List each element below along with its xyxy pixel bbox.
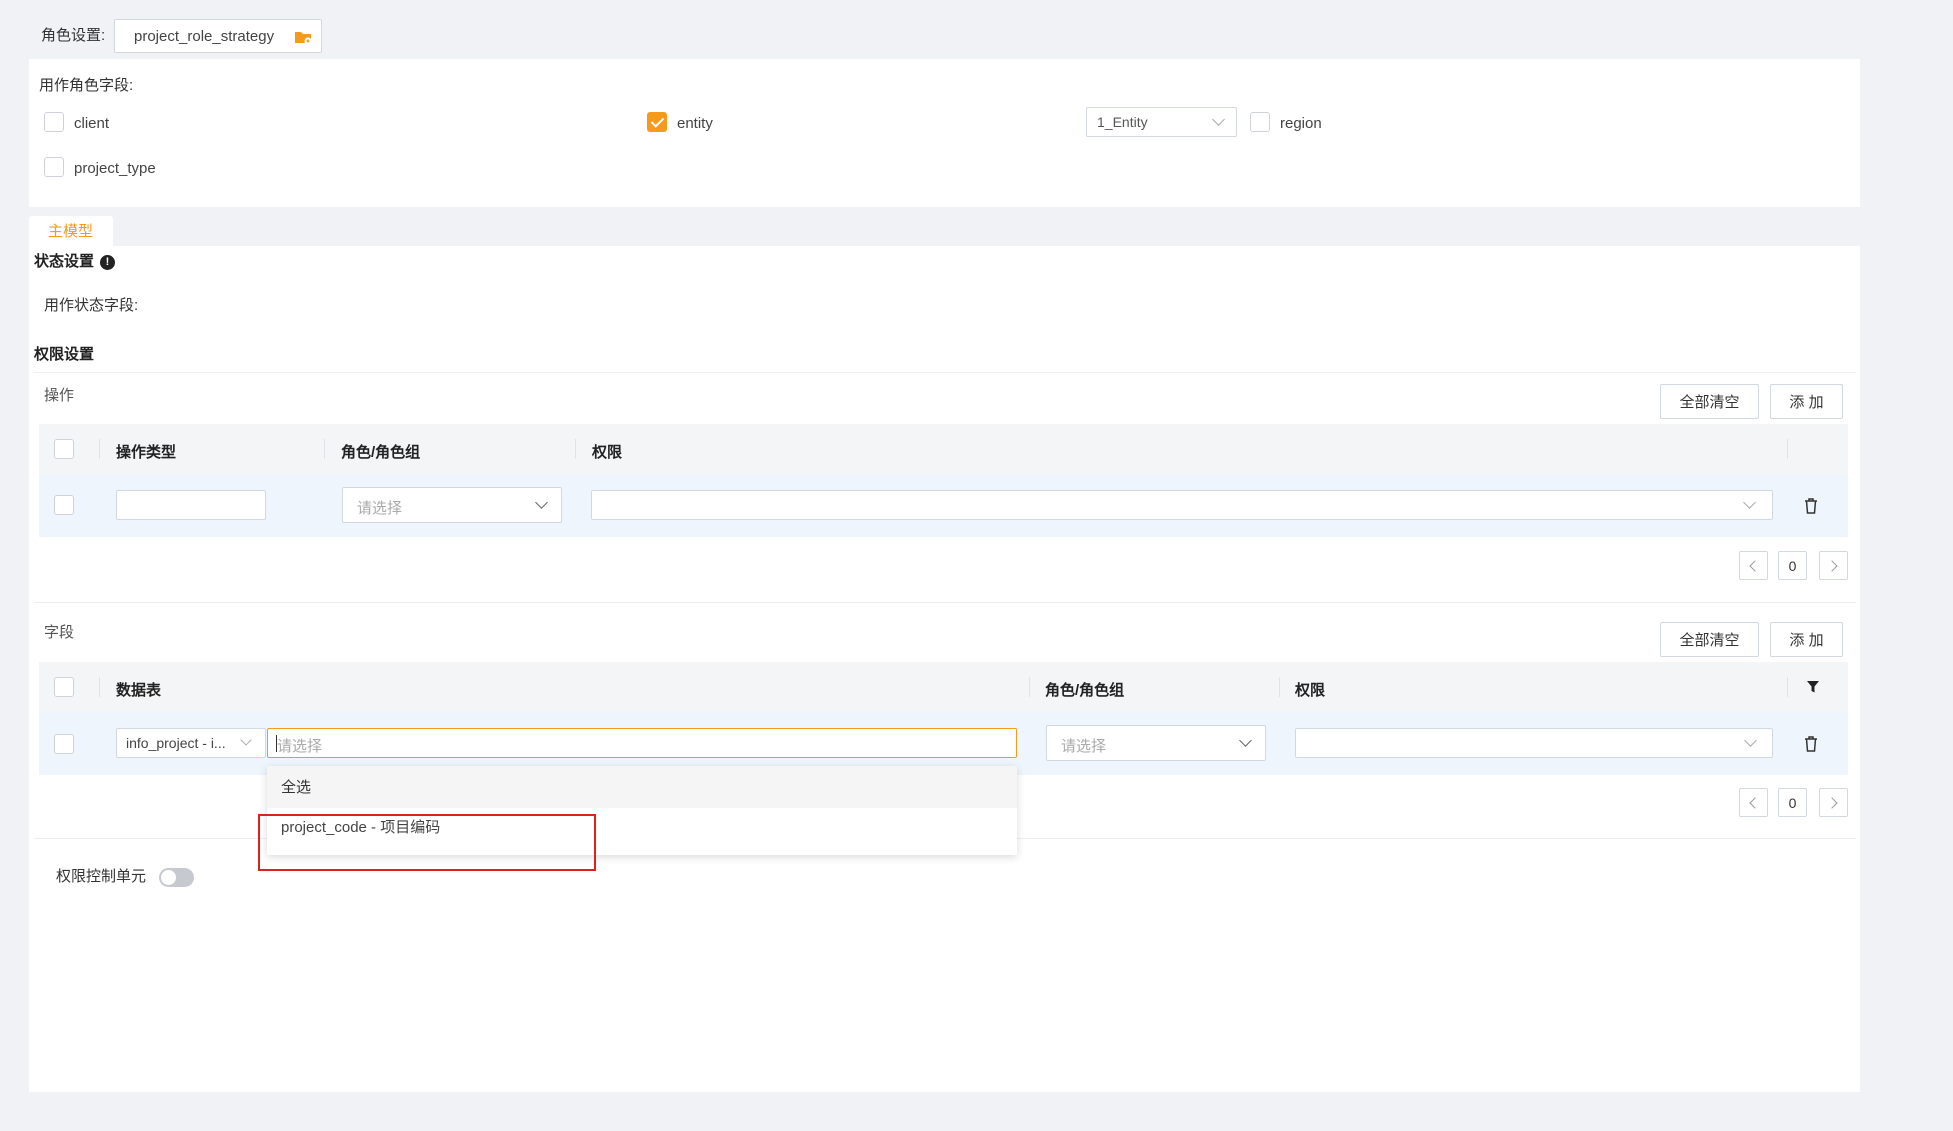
fields-add-button[interactable]: 添 加 <box>1770 622 1843 657</box>
status-field-label: 用作状态字段: <box>44 297 139 314</box>
fields-clear-all-button[interactable]: 全部清空 <box>1660 622 1759 657</box>
client-label: client <box>74 115 110 132</box>
status-settings-title: 状态设置 <box>34 253 95 270</box>
fields-permission-select[interactable] <box>1295 728 1773 758</box>
operations-table-header: 操作类型 角色/角色组 权限 <box>39 424 1848 474</box>
column-divider <box>1029 677 1030 697</box>
entity-select[interactable]: 1_Entity <box>1086 107 1237 137</box>
fields-col-permission: 权限 <box>1295 682 1326 699</box>
operations-col-type: 操作类型 <box>116 444 177 461</box>
operations-select-all-checkbox[interactable] <box>54 439 74 459</box>
divider <box>34 372 1856 373</box>
field-select-input[interactable]: 请选择 <box>267 728 1017 758</box>
dropdown-option-select-all[interactable]: 全选 <box>267 766 1017 808</box>
role-select-placeholder: 请选择 <box>357 500 403 517</box>
role-select-placeholder: 请选择 <box>1061 738 1107 755</box>
folder-icon[interactable] <box>294 29 312 45</box>
column-divider <box>575 439 576 459</box>
fields-select-all-checkbox[interactable] <box>54 677 74 697</box>
project-type-label: project_type <box>74 160 156 177</box>
operation-type-input[interactable] <box>116 490 266 520</box>
fields-page-number[interactable]: 0 <box>1778 788 1807 817</box>
control-unit-toggle[interactable] <box>159 868 194 887</box>
column-divider <box>1787 439 1788 459</box>
operations-add-button[interactable]: 添 加 <box>1770 384 1843 419</box>
toggle-knob <box>161 870 176 885</box>
project-type-checkbox[interactable] <box>44 157 64 177</box>
data-table-value: info_project - i... <box>126 735 226 751</box>
role-strategy-value: project_role_strategy <box>134 28 275 45</box>
select-all-label: 全选 <box>281 779 312 796</box>
operations-next-page-button[interactable] <box>1819 551 1848 580</box>
fields-next-page-button[interactable] <box>1819 788 1848 817</box>
role-fields-panel: 用作角色字段: client entity 1_Entity region pr… <box>29 59 1860 207</box>
operations-clear-all-button[interactable]: 全部清空 <box>1660 384 1759 419</box>
role-setting-label: 角色设置: <box>41 27 106 44</box>
trash-icon[interactable] <box>1804 736 1818 752</box>
table-row: 请选择 <box>39 474 1848 537</box>
operations-permission-select[interactable] <box>591 490 1773 520</box>
client-checkbox[interactable] <box>44 112 64 132</box>
info-icon[interactable]: ! <box>100 255 115 270</box>
tab-main-model[interactable]: 主模型 <box>29 216 113 246</box>
chevron-down-icon <box>1743 496 1756 509</box>
filter-icon[interactable] <box>1806 680 1820 694</box>
column-divider <box>99 677 100 697</box>
entity-select-value: 1_Entity <box>1097 114 1148 130</box>
operations-col-permission: 权限 <box>592 444 623 461</box>
row-checkbox[interactable] <box>54 734 74 754</box>
tab-main-model-label: 主模型 <box>48 223 94 240</box>
field-select-placeholder: 请选择 <box>277 738 323 755</box>
row-checkbox[interactable] <box>54 495 74 515</box>
operations-role-select[interactable]: 请选择 <box>342 487 562 523</box>
column-divider <box>1787 677 1788 697</box>
operations-label: 操作 <box>44 387 75 404</box>
fields-col-role: 角色/角色组 <box>1045 682 1125 699</box>
permission-settings-title: 权限设置 <box>34 346 95 363</box>
column-divider <box>324 439 325 459</box>
role-fields-label: 用作角色字段: <box>39 77 134 94</box>
operations-col-role: 角色/角色组 <box>341 444 421 461</box>
chevron-down-icon <box>1239 734 1252 747</box>
role-strategy-input[interactable]: project_role_strategy <box>114 19 322 53</box>
highlight-box <box>258 814 596 871</box>
chevron-down-icon <box>1744 734 1757 747</box>
region-checkbox[interactable] <box>1250 112 1270 132</box>
trash-icon[interactable] <box>1804 498 1818 514</box>
fields-table-header: 数据表 角色/角色组 权限 <box>39 662 1848 712</box>
entity-checkbox[interactable] <box>647 112 667 132</box>
data-table-select[interactable]: info_project - i... <box>116 728 266 758</box>
fields-label: 字段 <box>44 624 75 641</box>
divider <box>34 602 1856 603</box>
operations-page-number[interactable]: 0 <box>1778 551 1807 580</box>
main-model-panel: 状态设置 ! 用作状态字段: 权限设置 操作 全部清空 添 加 操作类型 角色/… <box>29 246 1860 1092</box>
chevron-down-icon <box>240 734 252 746</box>
operations-prev-page-button[interactable] <box>1739 551 1768 580</box>
region-label: region <box>1280 115 1322 132</box>
fields-col-table: 数据表 <box>116 682 162 699</box>
column-divider <box>1279 677 1280 697</box>
chevron-down-icon <box>1212 113 1225 126</box>
chevron-down-icon <box>535 496 548 509</box>
control-unit-label: 权限控制单元 <box>56 868 147 885</box>
column-divider <box>99 439 100 459</box>
fields-role-select[interactable]: 请选择 <box>1046 725 1266 761</box>
entity-label: entity <box>677 115 713 132</box>
fields-prev-page-button[interactable] <box>1739 788 1768 817</box>
